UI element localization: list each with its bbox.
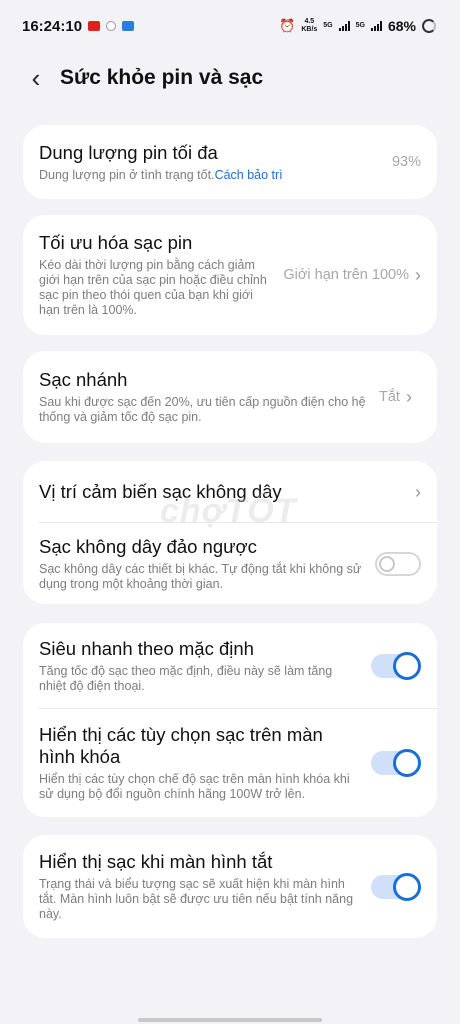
reverse-wireless-subtitle: Sạc không dây các thiết bị khác. Tự động… bbox=[39, 561, 362, 591]
super-fast-subtitle: Tăng tốc độ sạc theo mặc định, điều này … bbox=[39, 664, 333, 693]
max-capacity-value: 93% bbox=[391, 154, 421, 170]
reverse-wireless-title: Sạc không dây đảo ngược bbox=[39, 535, 257, 557]
net-speed: 4.5 KB/s bbox=[301, 18, 318, 33]
page-title: Sức khỏe pin và sạc bbox=[60, 66, 264, 89]
toggle-knob bbox=[393, 652, 421, 680]
max-capacity-row: Dung lượng pin tối đa Dung lượng pin ở t… bbox=[23, 125, 437, 199]
back-arrow-icon[interactable]: ‹ bbox=[16, 58, 56, 98]
battery-percent: 68% bbox=[387, 18, 416, 34]
screen-off-subtitle: Trạng thái và biểu tượng sạc sẽ xuất hiệ… bbox=[39, 877, 354, 921]
screen-off-toggle[interactable] bbox=[371, 872, 421, 901]
chevron-right-icon: › bbox=[405, 386, 412, 407]
screen-off-card: Hiển thị sạc khi màn hình tắt Trạng thái… bbox=[23, 835, 437, 938]
optimize-row[interactable]: Tối ưu hóa sạc pin Kéo dài thời lượng pi… bbox=[23, 215, 437, 335]
page-header: ‹ Sức khỏe pin và sạc bbox=[0, 58, 460, 98]
fast-charge-subtitle: Sau khi được sạc đến 20%, ưu tiên cấp ng… bbox=[39, 395, 366, 424]
youtube-icon bbox=[88, 21, 101, 31]
max-capacity-subtitle: Dung lượng pin ở tình trạng tốt.Cách bảo… bbox=[39, 167, 283, 182]
chevron-right-icon: › bbox=[415, 264, 421, 285]
network-type-2: 5G bbox=[355, 22, 365, 29]
maintenance-link[interactable]: Cách bảo trì bbox=[215, 168, 283, 182]
wireless-sensor-row[interactable]: Vị trí cảm biến sạc không dây › bbox=[23, 461, 437, 523]
lockscreen-options-toggle[interactable] bbox=[371, 749, 421, 777]
fast-charge-title: Sạc nhánh bbox=[39, 369, 128, 390]
super-fast-title: Siêu nhanh theo mặc định bbox=[39, 638, 254, 659]
wireless-sensor-title: Vị trí cảm biến sạc không dây bbox=[39, 481, 282, 502]
lockscreen-options-row: Hiển thị các tùy chọn sạc trên màn hình … bbox=[23, 709, 437, 817]
home-indicator[interactable] bbox=[138, 1018, 322, 1022]
toggle-knob bbox=[393, 872, 421, 901]
toggle-knob bbox=[393, 749, 421, 777]
chevron-right-icon: › bbox=[415, 481, 421, 502]
charging-options-card: Siêu nhanh theo mặc định Tăng tốc độ sạc… bbox=[23, 623, 437, 817]
status-bar: 16:24:10 ⏰ 4.5 KB/s 5G 5G 68% bbox=[0, 0, 460, 52]
super-fast-row: Siêu nhanh theo mặc định Tăng tốc độ sạc… bbox=[23, 623, 437, 709]
optimize-card[interactable]: Tối ưu hóa sạc pin Kéo dài thời lượng pi… bbox=[23, 215, 437, 335]
battery-icon bbox=[422, 19, 436, 33]
network-type-1: 5G bbox=[323, 22, 333, 29]
nfc-icon bbox=[122, 21, 135, 31]
screen-off-row: Hiển thị sạc khi màn hình tắt Trạng thái… bbox=[23, 835, 437, 938]
optimize-value: Giới hạn trên 100% bbox=[283, 267, 409, 283]
status-time: 16:24:10 bbox=[22, 17, 83, 35]
alarm-icon: ⏰ bbox=[279, 18, 296, 33]
reverse-wireless-row: Sạc không dây đảo ngược Sạc không dây cá… bbox=[23, 523, 437, 604]
fast-charge-value: Tắt bbox=[379, 389, 400, 405]
lockscreen-options-subtitle: Hiển thị các tùy chọn chế độ sạc trên mà… bbox=[39, 772, 350, 801]
max-capacity-title: Dung lượng pin tối đa bbox=[39, 141, 218, 163]
optimize-subtitle: Kéo dài thời lượng pin bằng cách giảm gi… bbox=[39, 258, 267, 317]
screen-off-title: Hiển thị sạc khi màn hình tắt bbox=[39, 851, 273, 872]
max-capacity-card: Dung lượng pin tối đa Dung lượng pin ở t… bbox=[23, 125, 437, 199]
toggle-knob bbox=[379, 555, 395, 572]
fast-charge-row[interactable]: Sạc nhánh Sau khi được sạc đến 20%, ưu t… bbox=[23, 351, 437, 443]
signal-icon bbox=[338, 21, 350, 31]
optimize-title: Tối ưu hóa sạc pin bbox=[39, 232, 193, 253]
fast-charge-card[interactable]: Sạc nhánh Sau khi được sạc đến 20%, ưu t… bbox=[23, 351, 437, 443]
super-fast-toggle[interactable] bbox=[371, 652, 421, 680]
lockscreen-options-title: Hiển thị các tùy chọn sạc trên màn hình … bbox=[39, 724, 323, 767]
notification-icon bbox=[106, 21, 117, 31]
signal-icon-2 bbox=[370, 21, 382, 31]
wireless-card: Vị trí cảm biến sạc không dây › Sạc khôn… bbox=[23, 461, 437, 604]
reverse-wireless-toggle[interactable] bbox=[375, 551, 421, 576]
